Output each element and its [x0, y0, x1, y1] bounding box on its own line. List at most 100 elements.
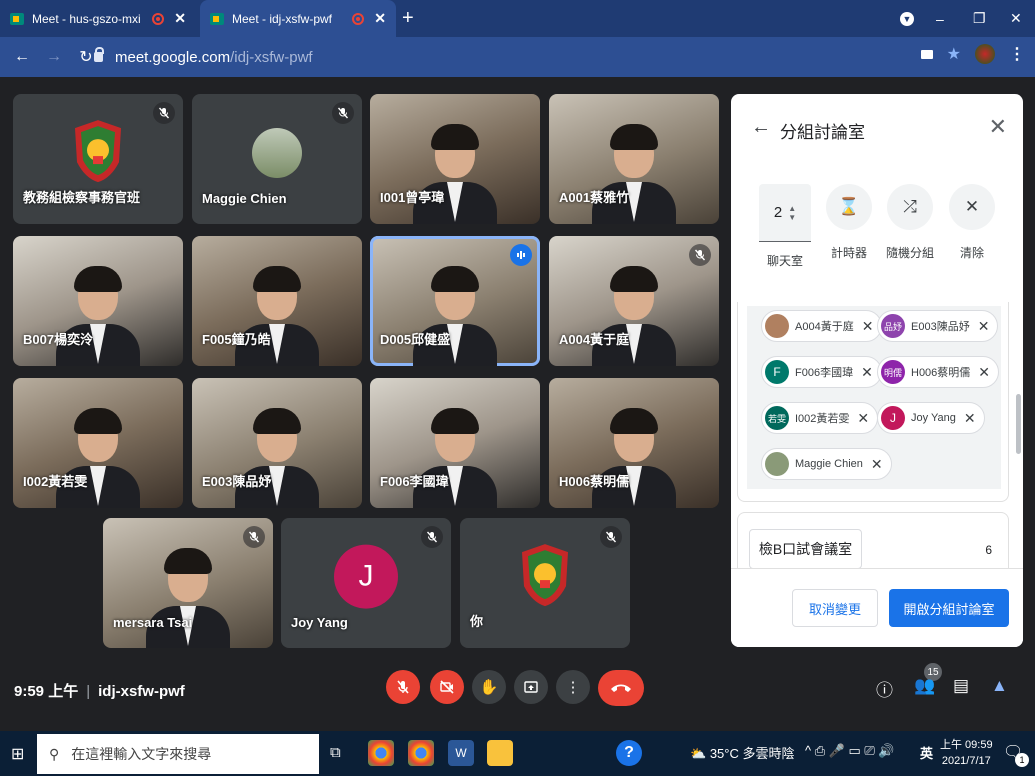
participant-tile[interactable]: mersara Tsai	[103, 518, 273, 648]
participant-name: 教務組檢察事務官班	[23, 190, 141, 205]
participant-tile[interactable]: F005鐘乃皓	[192, 236, 362, 366]
url-field[interactable]: meet.google.com/idj-xsfw-pwf	[94, 43, 930, 71]
help-app-icon[interactable]: ?	[616, 740, 642, 766]
browser-tab-2[interactable]: Meet - idj-xsfw-pwf ✕	[200, 0, 396, 37]
recording-icon	[352, 12, 365, 25]
participant-chip[interactable]: 明儒 H006蔡明儒 ✕	[877, 356, 1000, 388]
weather-text: 35°C 多雲時陰	[709, 746, 795, 761]
recording-icon	[152, 12, 165, 25]
new-tab-button[interactable]: +	[402, 7, 414, 30]
chip-avatar	[765, 314, 789, 338]
letter-avatar: J	[334, 544, 398, 609]
activities-icon[interactable]: ▲	[991, 676, 1008, 696]
close-tab-icon[interactable]: ✕	[374, 10, 386, 27]
minimize-icon[interactable]: –	[936, 0, 944, 37]
reload-icon[interactable]: ↻	[76, 47, 96, 67]
open-rooms-button[interactable]: 開啟分組討論室	[889, 589, 1009, 627]
mic-off-button[interactable]	[386, 670, 420, 704]
participant-tile[interactable]: E003陳品妤	[192, 378, 362, 508]
windows-start-icon[interactable]: ⊞	[11, 744, 24, 764]
crest-logo-icon	[71, 118, 125, 184]
star-icon[interactable]: ★	[947, 44, 961, 64]
task-view-icon[interactable]: ⧉	[330, 744, 341, 761]
camera-off-button[interactable]	[430, 670, 464, 704]
file-explorer-icon[interactable]	[487, 740, 513, 766]
lock-icon	[94, 47, 104, 62]
people-icon[interactable]: 👥	[914, 676, 935, 696]
participant-chips: A004黃于庭 ✕ 品妤 E003陳品妤 ✕ F F006李國瑋 ✕ 明儒 H006蔡明儒 ✕ 若雯 I…	[747, 306, 1001, 489]
participant-chip[interactable]: 若雯 I002黃若雯 ✕	[761, 402, 879, 434]
timer-control[interactable]: ⌛ 計時器	[819, 184, 879, 261]
participant-tile[interactable]: 教務組檢察事務官班	[13, 94, 183, 224]
participant-tile[interactable]: 你	[460, 518, 630, 648]
clear-control[interactable]: ✕ 清除	[942, 184, 1002, 261]
participant-video	[235, 408, 319, 508]
shuffle-control[interactable]: ⤮ 隨機分組	[880, 184, 940, 261]
close-window-icon[interactable]: ✕	[1010, 0, 1022, 37]
cancel-changes-button[interactable]: 取消變更	[792, 589, 878, 627]
mic-muted-icon	[153, 102, 175, 124]
present-button[interactable]	[514, 670, 548, 704]
remove-chip-icon[interactable]: ✕	[964, 410, 976, 427]
room-name-field[interactable]: 檢B口試會議室	[749, 529, 862, 569]
hourglass-icon[interactable]: ⌛	[826, 184, 872, 230]
participant-tile[interactable]: A001蔡雅竹	[549, 94, 719, 224]
participant-tile[interactable]: A004黃于庭	[549, 236, 719, 366]
remove-chip-icon[interactable]: ✕	[871, 456, 883, 473]
close-tab-icon[interactable]: ✕	[174, 10, 186, 27]
participant-tile[interactable]: I001曾亭瑋	[370, 94, 540, 224]
profile-dropdown-icon[interactable]: ▼	[900, 0, 914, 37]
leave-call-button[interactable]	[598, 670, 644, 706]
chip-avatar: J	[881, 406, 905, 430]
more-options-button[interactable]: ⋮	[556, 670, 590, 704]
system-tray-icons[interactable]: ^ ⎙ 🎤 ▭ ⎚ 🔊	[805, 743, 895, 759]
chip-avatar: 若雯	[765, 406, 789, 430]
participant-chip[interactable]: Maggie Chien ✕	[761, 448, 892, 480]
browser-tab-1[interactable]: Meet - hus-gszo-mxi ✕	[0, 0, 196, 37]
chrome-app-icon[interactable]	[408, 740, 434, 766]
panel-scrollbar[interactable]	[1016, 394, 1021, 454]
remove-chip-icon[interactable]: ✕	[857, 410, 869, 427]
raise-hand-button[interactable]: ✋	[472, 670, 506, 704]
participant-tile[interactable]: Maggie Chien	[192, 94, 362, 224]
participant-tile[interactable]: J Joy Yang	[281, 518, 451, 648]
control-label: 隨機分組	[885, 246, 934, 260]
remove-chip-icon[interactable]: ✕	[978, 318, 990, 335]
taskbar-time: 上午 09:59	[940, 739, 993, 751]
close-panel-icon[interactable]: ✕	[989, 114, 1007, 140]
participant-chip[interactable]: J Joy Yang ✕	[877, 402, 985, 434]
chat-icon[interactable]: ▤	[953, 676, 969, 696]
chip-label: E003陳品妤	[911, 321, 970, 333]
restore-icon[interactable]: ❐	[973, 0, 986, 37]
participant-tile[interactable]: D005邱健盛	[370, 236, 540, 366]
stepper-arrows-icon[interactable]: ▲ ▼	[788, 204, 796, 222]
back-arrow-icon[interactable]: ←	[751, 116, 771, 139]
participant-chip[interactable]: 品妤 E003陳品妤 ✕	[877, 310, 999, 342]
participant-video	[592, 266, 676, 366]
word-app-icon[interactable]: W	[448, 740, 474, 766]
remove-chip-icon[interactable]: ✕	[861, 364, 873, 381]
ime-indicator[interactable]: 英	[920, 743, 933, 762]
room-count-stepper[interactable]: 2 ▲ ▼	[759, 184, 811, 242]
shuffle-icon[interactable]: ⤮	[887, 184, 933, 230]
participant-tile[interactable]: I002黃若雯	[13, 378, 183, 508]
chrome-app-icon[interactable]	[368, 740, 394, 766]
back-icon[interactable]: ←	[12, 48, 32, 66]
clear-icon[interactable]: ✕	[949, 184, 995, 230]
taskbar-search[interactable]: ⚲ 在這裡輸入文字來搜尋	[37, 734, 319, 774]
forward-icon[interactable]: →	[44, 48, 64, 66]
participant-tile[interactable]: B007楊奕泠	[13, 236, 183, 366]
remove-chip-icon[interactable]: ✕	[862, 318, 874, 335]
participant-tile[interactable]: F006李國瑋	[370, 378, 540, 508]
meeting-code: idj-xsfw-pwf	[98, 683, 185, 700]
menu-icon[interactable]: ⋮	[1009, 44, 1025, 64]
remove-chip-icon[interactable]: ✕	[978, 364, 990, 381]
weather-widget[interactable]: ⛅ 35°C 多雲時陰	[690, 743, 794, 762]
taskbar-clock[interactable]: 上午 09:59 2021/7/17	[940, 737, 993, 769]
meeting-details-icon[interactable]: ⓘ	[876, 676, 893, 701]
participant-tile[interactable]: H006蔡明儒	[549, 378, 719, 508]
camera-icon[interactable]	[920, 49, 933, 59]
extension-icon[interactable]	[975, 44, 995, 64]
participant-chip[interactable]: F F006李國瑋 ✕	[761, 356, 882, 388]
participant-chip[interactable]: A004黃于庭 ✕	[761, 310, 883, 342]
